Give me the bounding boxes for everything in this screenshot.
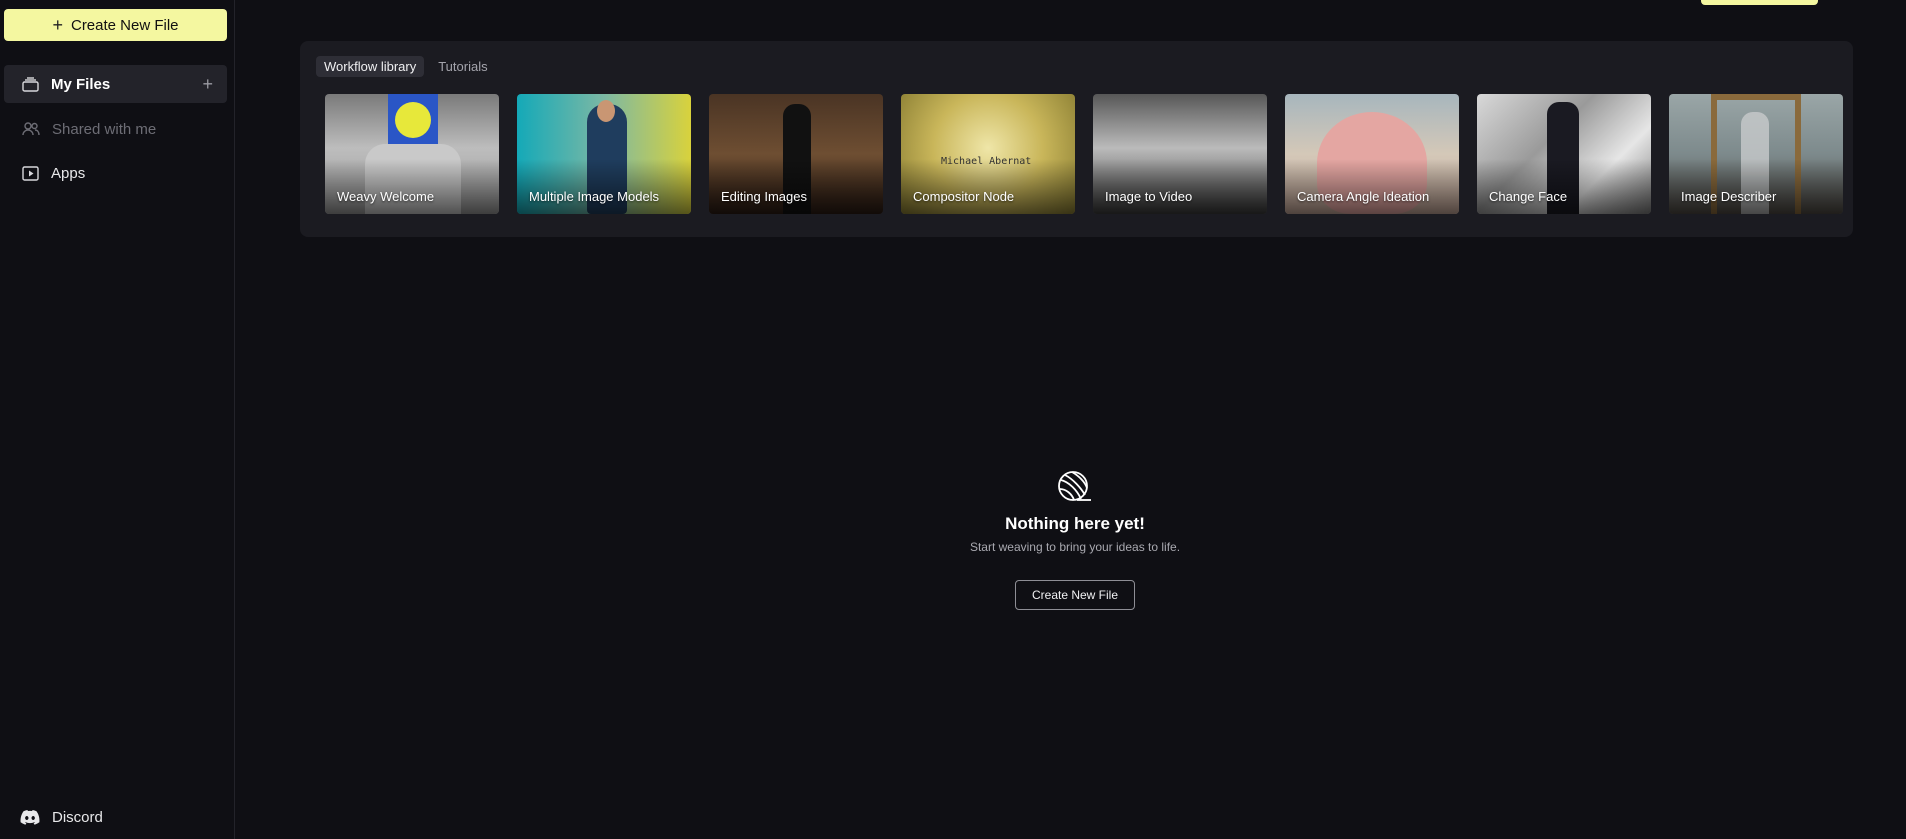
- library-tabs: Workflow library Tutorials: [316, 56, 496, 77]
- sidebar-item-shared[interactable]: Shared with me: [4, 110, 227, 148]
- card-image-head: [597, 100, 615, 122]
- workflow-library-panel: Workflow library Tutorials Weavy Welcome…: [300, 41, 1853, 237]
- workflow-card-image-to-video[interactable]: Image to Video: [1093, 94, 1267, 214]
- empty-state-create-button[interactable]: Create New File: [1014, 580, 1136, 610]
- sidebar-item-label: Apps: [51, 164, 86, 182]
- discord-link[interactable]: Discord: [20, 809, 103, 826]
- card-label: Image to Video: [1105, 189, 1193, 204]
- sidebar-item-label: My Files: [51, 75, 111, 93]
- workflow-cards: Weavy Welcome Multiple Image Models Edit…: [325, 94, 1843, 214]
- sidebar-item-label: Shared with me: [52, 120, 157, 138]
- workflow-card-multiple-image-models[interactable]: Multiple Image Models: [517, 94, 691, 214]
- card-label: Image Describer: [1681, 189, 1777, 204]
- card-label: Change Face: [1489, 189, 1568, 204]
- users-icon: [22, 122, 40, 136]
- tab-workflow-library[interactable]: Workflow library: [316, 56, 425, 77]
- sidebar-item-apps[interactable]: Apps: [4, 154, 227, 192]
- sidebar: + Create New File My Files + Shared with…: [0, 0, 235, 839]
- workflow-card-camera-angle-ideation[interactable]: Camera Angle Ideation: [1285, 94, 1459, 214]
- empty-state-subtitle: Start weaving to bring your ideas to lif…: [969, 540, 1181, 554]
- empty-state: Nothing here yet! Start weaving to bring…: [900, 470, 1250, 610]
- workflow-card-weavy-welcome[interactable]: Weavy Welcome: [325, 94, 499, 214]
- card-label: Editing Images: [721, 189, 807, 204]
- tab-tutorials[interactable]: Tutorials: [430, 56, 495, 77]
- create-new-file-button[interactable]: + Create New File: [4, 9, 227, 41]
- card-image-face: [395, 102, 431, 138]
- discord-label: Discord: [52, 809, 103, 826]
- card-label: Multiple Image Models: [529, 189, 660, 204]
- discord-icon: [20, 810, 40, 825]
- files-icon: [22, 76, 39, 92]
- workflow-card-change-face[interactable]: Change Face: [1477, 94, 1651, 214]
- card-label: Weavy Welcome: [337, 189, 435, 204]
- play-square-icon: [22, 165, 39, 181]
- workflow-card-compositor-node[interactable]: Michael Abernat Compositor Node: [901, 94, 1075, 214]
- plus-icon: +: [52, 15, 63, 35]
- card-label: Compositor Node: [913, 189, 1015, 204]
- sidebar-item-my-files[interactable]: My Files +: [4, 65, 227, 103]
- add-folder-icon[interactable]: +: [202, 74, 213, 95]
- top-right-button[interactable]: [1701, 0, 1818, 5]
- create-new-file-label: Create New File: [70, 16, 179, 34]
- empty-state-title: Nothing here yet!: [1005, 514, 1145, 533]
- workflow-card-image-describer[interactable]: Image Describer: [1669, 94, 1843, 214]
- workflow-card-editing-images[interactable]: Editing Images: [709, 94, 883, 214]
- yarn-ball-icon: [1058, 471, 1091, 501]
- card-label: Camera Angle Ideation: [1297, 189, 1430, 204]
